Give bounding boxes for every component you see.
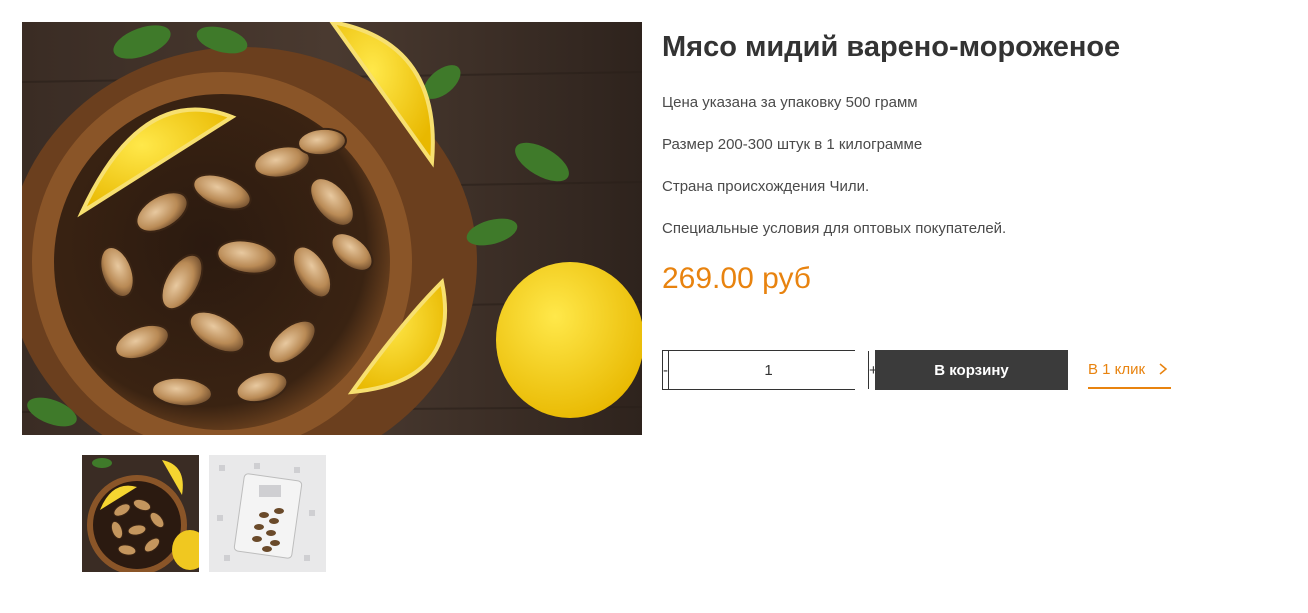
chevron-right-icon (1157, 362, 1169, 376)
quantity-stepper: - + (662, 350, 878, 390)
thumbnail-mussels-package[interactable] (209, 455, 326, 572)
main-product-image (22, 22, 642, 435)
product-price: 269.00 руб (662, 262, 811, 295)
product-info: Мясо мидий варено-мороженое Цена указана… (662, 28, 1282, 297)
purchase-controls: - + В корзину В 1 клик (662, 350, 1172, 390)
description-line: Страна происхождения Чили. (662, 178, 870, 195)
thumbnail-gallery (82, 455, 326, 572)
one-click-buy-label: В 1 клик (1088, 360, 1146, 378)
product-description: Цена указана за упаковку 500 грамм Разме… (662, 93, 1282, 239)
product-title: Мясо мидий варено-мороженое (662, 31, 1121, 63)
thumbnail-mussels-bowl[interactable] (82, 455, 199, 572)
description-line: Цена указана за упаковку 500 грамм (662, 94, 918, 111)
description-line: Специальные условия для оптовых покупате… (662, 220, 1007, 237)
one-click-buy-link[interactable]: В 1 клик (1088, 351, 1172, 389)
description-line: Размер 200-300 штук в 1 килограмме (662, 136, 923, 153)
quantity-input[interactable] (669, 351, 868, 389)
add-to-cart-button[interactable]: В корзину (875, 350, 1068, 390)
